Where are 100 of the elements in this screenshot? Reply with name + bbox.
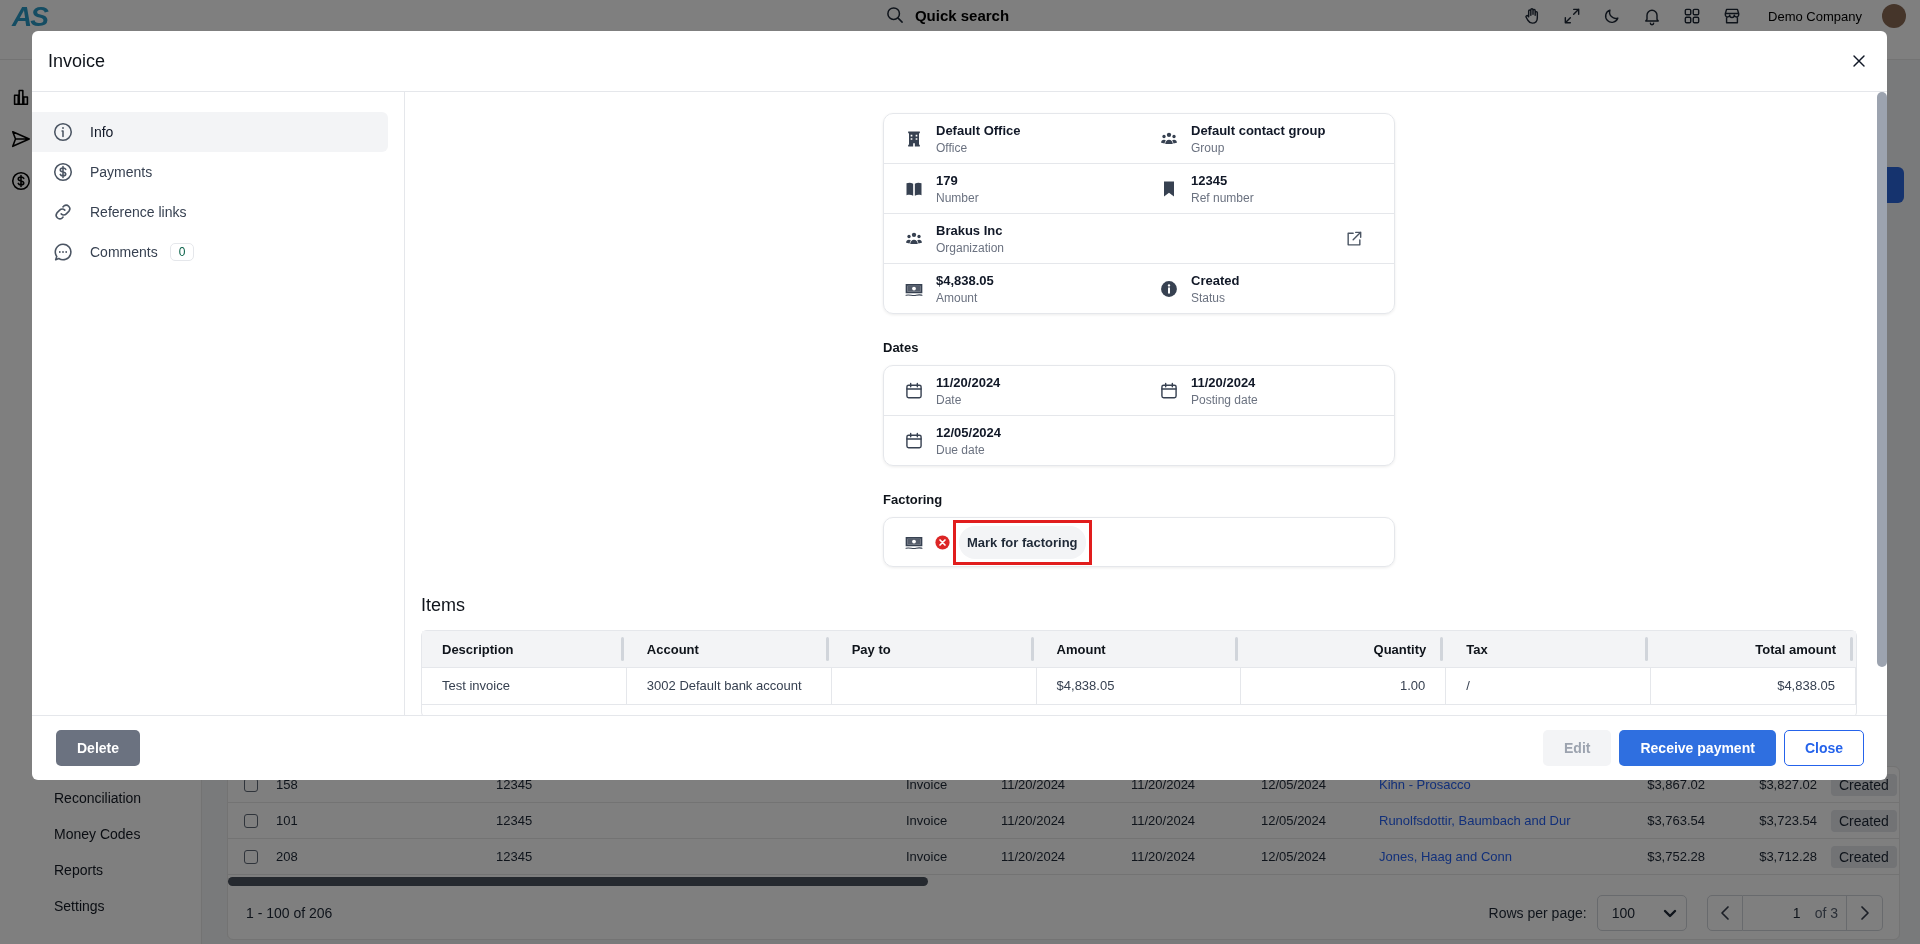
- company-name[interactable]: Demo Company: [1768, 8, 1862, 24]
- table-cell-text: 11/20/2024: [1131, 849, 1197, 864]
- nav-item[interactable]: Reconciliation: [0, 780, 201, 816]
- table-cell-text: 12/05/2024: [1261, 813, 1328, 828]
- field-value: Brakus Inc: [936, 222, 1004, 238]
- field-label: Status: [1191, 290, 1227, 305]
- status-badge: Created: [1831, 845, 1897, 868]
- column-header[interactable]: Total amount: [1651, 631, 1856, 667]
- row-checkbox[interactable]: [244, 849, 258, 864]
- side-tab[interactable]: Payments: [32, 152, 388, 192]
- field-label: Number: [936, 190, 979, 205]
- column-header[interactable]: Tax: [1446, 631, 1652, 667]
- table-cell-text: $3,763.54: [1646, 813, 1706, 828]
- table-cell: $4,838.05: [1056, 678, 1115, 693]
- status-badge: Created: [1831, 809, 1897, 832]
- range-text: 1 - 100 of 206: [246, 905, 333, 921]
- table-cell[interactable]: Kihn - Prosacco: [1379, 777, 1601, 792]
- nav-item[interactable]: Reports: [0, 852, 201, 888]
- field-value: 11/20/2024: [1191, 374, 1257, 390]
- page-field[interactable]: 1: [1742, 895, 1807, 931]
- table-cell-text: 12345: [496, 849, 534, 864]
- dollar-icon: [52, 161, 74, 183]
- table-cell-text: 12/05/2024: [1261, 777, 1328, 792]
- calendar-icon: [904, 380, 924, 401]
- scrollbar[interactable]: [228, 876, 928, 886]
- field-value: 12345: [1191, 172, 1229, 188]
- table-cell-text: 12345: [496, 777, 534, 792]
- field-value: $4,838.05: [936, 272, 994, 288]
- side-tab[interactable]: Reference links: [32, 192, 388, 232]
- avatar[interactable]: [1882, 4, 1906, 28]
- field-label: Due date: [936, 442, 986, 457]
- table-cell-text: $3,752.28: [1646, 849, 1706, 864]
- table-cell-text: Invoice: [906, 777, 949, 792]
- count-badge: 0: [169, 243, 195, 261]
- table-cell-text: 12/05/2024: [1261, 849, 1328, 864]
- table-cell-text: $3,712.28: [1758, 849, 1818, 864]
- chevron-down-icon: [1663, 909, 1676, 917]
- rows-per-page-label: Rows per page:: [1488, 905, 1587, 921]
- section-title: Factoring: [883, 492, 944, 507]
- table-cell-text: 208: [276, 849, 299, 864]
- table-cell-text: $3,827.02: [1758, 777, 1818, 792]
- receive-payment-button[interactable]: Receive payment: [1619, 730, 1776, 766]
- chevron-left-icon: [1720, 906, 1729, 920]
- calendar-icon: [904, 430, 924, 451]
- comment-icon: [52, 241, 74, 263]
- column-header[interactable]: Description: [422, 631, 627, 667]
- chevron-right-icon: [1860, 906, 1869, 920]
- field-value: Default contact group: [1191, 122, 1326, 138]
- table-cell: Test invoice: [442, 678, 510, 693]
- column-header[interactable]: Account: [626, 631, 832, 667]
- side-tab[interactable]: Info: [32, 112, 388, 152]
- table-cell: /: [1466, 678, 1470, 693]
- scrollbar[interactable]: [1877, 92, 1887, 667]
- table-cell-text: 12345: [496, 813, 534, 828]
- mark-for-factoring-button[interactable]: Mark for factoring: [959, 525, 1086, 559]
- table-cell-text: $3,867.02: [1646, 777, 1706, 792]
- field-label: Ref number: [1191, 190, 1254, 205]
- search-field[interactable]: Quick search: [914, 6, 1115, 24]
- send-icon[interactable]: [10, 128, 32, 150]
- field-label: Date: [936, 392, 963, 407]
- table-cell: 3002 Default bank account: [646, 678, 802, 693]
- table-cell-text: Invoice: [906, 849, 949, 864]
- table-cell-text: 11/20/2024: [1131, 777, 1197, 792]
- table-cell-text: Invoice: [906, 813, 949, 828]
- table-cell: 1.00: [1399, 678, 1426, 693]
- previous-page-button[interactable]: [1706, 895, 1743, 931]
- info-icon: [1159, 278, 1179, 299]
- field-value: 11/20/2024: [936, 374, 1001, 390]
- table-cell: $4,838.05: [1777, 678, 1835, 693]
- table-cell-text: 11/20/2024: [1001, 777, 1067, 792]
- rows-per-page-select[interactable]: 100: [1596, 895, 1687, 931]
- table-cell-text: 11/20/2024: [1001, 813, 1067, 828]
- field-label: Group: [1191, 140, 1226, 155]
- delete-button[interactable]: Delete: [56, 730, 141, 766]
- table-cell-text: 11/20/2024: [1131, 813, 1197, 828]
- close-button[interactable]: Close: [1783, 730, 1864, 766]
- section-title: Dates: [883, 340, 920, 355]
- table-cell-text: $3,723.54: [1758, 813, 1818, 828]
- next-page-button[interactable]: [1847, 895, 1883, 931]
- field-label: Office: [936, 140, 969, 155]
- field-label: Organization: [936, 240, 1005, 255]
- section-title: Items: [421, 595, 466, 616]
- row-checkbox[interactable]: [244, 813, 258, 828]
- info-icon: [52, 121, 74, 143]
- dialog-title: Invoice: [48, 50, 106, 72]
- calendar-icon: [1159, 380, 1179, 401]
- table-cell[interactable]: Runolfsdottir, Baumbach and Dur: [1379, 813, 1601, 828]
- table-cell-text: 11/20/2024: [1001, 849, 1067, 864]
- column-header[interactable]: Amount: [1036, 631, 1242, 667]
- nav-item[interactable]: Money Codes: [0, 816, 201, 852]
- field-value: 12/05/2024: [936, 424, 1002, 440]
- side-tab[interactable]: Comments 0: [32, 232, 388, 272]
- nav-item[interactable]: Settings: [0, 888, 201, 924]
- table-cell-text: 101: [276, 813, 299, 828]
- field-label: Posting date: [1191, 392, 1258, 407]
- field-value: Created: [1191, 272, 1240, 288]
- table-cell[interactable]: Jones, Haag and Conn: [1379, 849, 1601, 864]
- column-header[interactable]: Pay to: [831, 631, 1037, 667]
- dollar-icon[interactable]: [10, 170, 32, 192]
- column-header[interactable]: Quantity: [1241, 631, 1447, 667]
